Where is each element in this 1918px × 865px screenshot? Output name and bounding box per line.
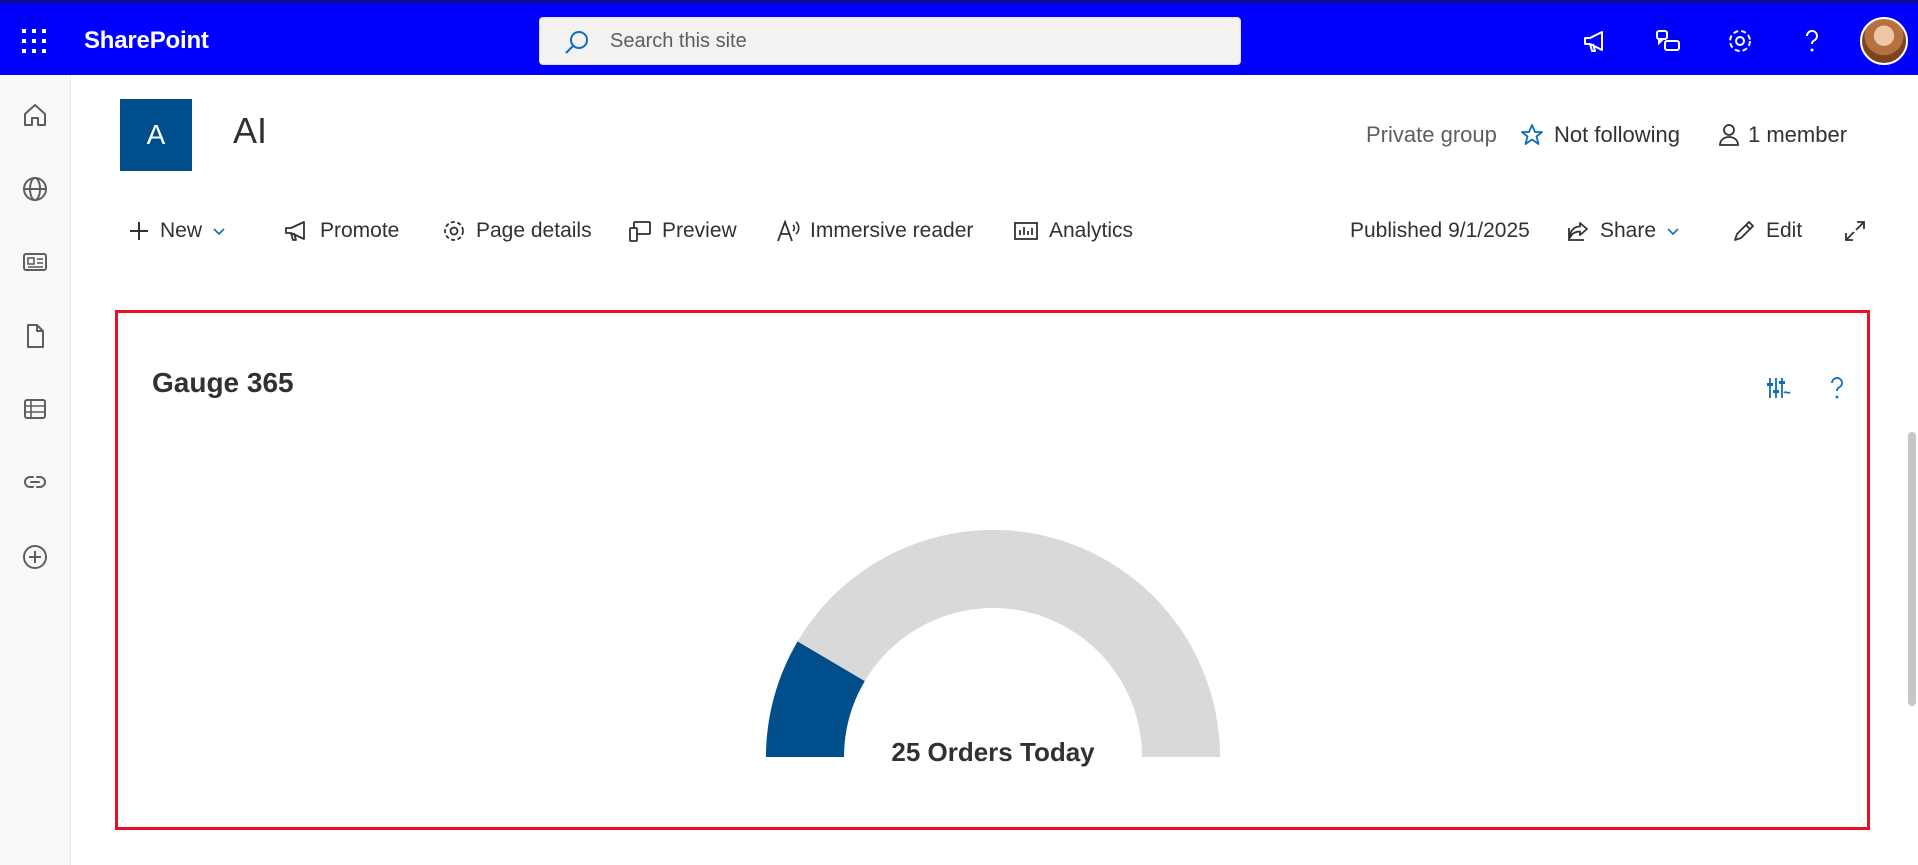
site-logo[interactable]: A xyxy=(120,99,192,171)
new-button[interactable]: New xyxy=(128,215,236,247)
share-button[interactable]: Share xyxy=(1566,215,1690,247)
immersive-reader-label: Immersive reader xyxy=(810,219,974,242)
gauge-webpart[interactable]: Gauge 365 25 Orders Today xyxy=(115,310,1870,830)
news-icon[interactable] xyxy=(17,244,53,280)
device-icon xyxy=(629,221,651,242)
avatar[interactable] xyxy=(1860,17,1908,65)
immersive-reader-icon xyxy=(777,219,800,242)
site-title[interactable]: AI xyxy=(233,110,267,152)
page-details-button[interactable]: Page details xyxy=(442,215,592,247)
analytics-icon xyxy=(1014,222,1038,240)
promote-label: Promote xyxy=(320,219,400,242)
share-icon xyxy=(1568,222,1588,241)
new-label: New xyxy=(160,219,203,242)
megaphone-icon[interactable] xyxy=(1580,25,1612,57)
analytics-button[interactable]: Analytics xyxy=(1013,215,1133,247)
person-icon xyxy=(1719,124,1739,146)
pencil-icon xyxy=(1734,221,1754,241)
app-name[interactable]: SharePoint xyxy=(84,27,209,55)
home-icon[interactable] xyxy=(17,97,53,133)
published-status: Published 9/1/2025 xyxy=(1350,215,1530,247)
share-label: Share xyxy=(1600,219,1657,242)
edit-label: Edit xyxy=(1766,219,1803,242)
suite-header: SharePoint xyxy=(0,0,1918,75)
gear-icon[interactable] xyxy=(1724,25,1756,57)
preview-label: Preview xyxy=(662,219,737,242)
members-button[interactable]: 1 member xyxy=(1718,122,1847,148)
preview-button[interactable]: Preview xyxy=(628,215,737,247)
privacy-label: Private group xyxy=(1366,122,1497,147)
follow-label: Not following xyxy=(1554,122,1680,147)
webpart-title: Gauge 365 xyxy=(152,367,294,398)
link-icon[interactable] xyxy=(17,464,53,500)
expand-icon xyxy=(1845,221,1865,241)
immersive-reader-button[interactable]: Immersive reader xyxy=(776,215,973,247)
chat-icon[interactable] xyxy=(1652,25,1684,57)
search-box[interactable] xyxy=(539,17,1241,65)
plus-icon xyxy=(130,222,148,240)
chevron-down-icon xyxy=(213,228,225,236)
members-label: 1 member xyxy=(1748,122,1848,147)
chevron-down-icon xyxy=(1667,228,1679,236)
follow-button[interactable]: Not following xyxy=(1520,122,1680,148)
help-icon[interactable] xyxy=(1796,25,1828,57)
app-bar xyxy=(0,75,71,865)
gauge-chart xyxy=(766,529,1220,757)
list-icon[interactable] xyxy=(17,391,53,427)
page-details-label: Page details xyxy=(476,219,592,242)
expand-button[interactable] xyxy=(1843,215,1877,247)
edit-button[interactable]: Edit xyxy=(1732,215,1802,247)
search-input[interactable] xyxy=(610,26,1210,56)
search-icon xyxy=(565,31,588,54)
settings-sliders-icon[interactable] xyxy=(1764,373,1794,403)
gauge-label: 25 Orders Today xyxy=(891,737,1095,767)
waffle-icon[interactable] xyxy=(20,27,48,55)
help-icon[interactable] xyxy=(1822,373,1852,403)
globe-icon[interactable] xyxy=(17,171,53,207)
gear-icon xyxy=(444,221,464,241)
document-icon[interactable] xyxy=(17,318,53,354)
add-icon[interactable] xyxy=(17,539,53,575)
published-label: Published 9/1/2025 xyxy=(1350,219,1530,242)
analytics-label: Analytics xyxy=(1049,219,1134,242)
scrollbar-thumb[interactable] xyxy=(1908,432,1916,706)
promote-button[interactable]: Promote xyxy=(284,215,399,247)
megaphone-icon xyxy=(285,221,305,241)
star-icon xyxy=(1521,124,1543,145)
